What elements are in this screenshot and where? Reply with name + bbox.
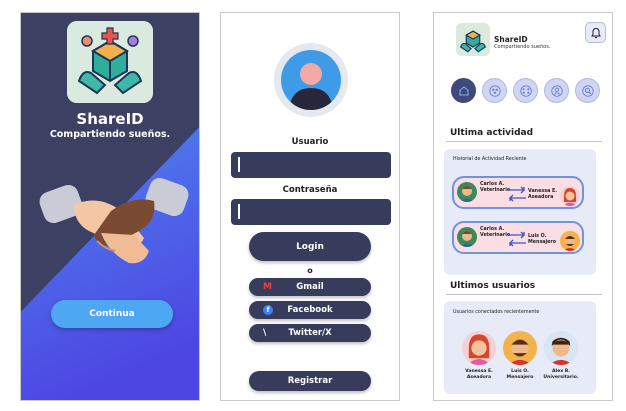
divider	[446, 141, 602, 142]
notifications-button[interactable]	[585, 22, 606, 43]
activity-from-name: Carlos A.	[480, 182, 505, 187]
divider	[446, 294, 602, 295]
welcome-screen: ShareID Compartiendo sueños. Continua	[20, 12, 200, 401]
app-name: ShareID	[494, 35, 528, 44]
users-card: Usuarios conectados recientemente Vaness…	[444, 301, 596, 394]
alex-avatar[interactable]	[544, 331, 578, 365]
search-icon	[581, 84, 594, 97]
register-button[interactable]: Registrar	[249, 371, 371, 391]
activity-from-name: Carlos A.	[480, 227, 505, 232]
facebook-icon: f	[263, 305, 273, 315]
app-title: ShareID	[76, 110, 144, 128]
or-separator: o	[307, 266, 313, 275]
twitter-x-icon: \	[263, 328, 267, 338]
profile-icon	[550, 84, 563, 97]
user-name-label: Vanessa E. Aseadora	[465, 369, 493, 380]
user-avatar-icon	[289, 63, 333, 110]
twitter-button-label: Twitter/X	[288, 328, 332, 338]
nav-community-button[interactable]	[513, 78, 538, 103]
gmail-button-label: Gmail	[296, 282, 324, 292]
nav-groups-button[interactable]	[482, 78, 507, 103]
vanessa-avatar[interactable]	[462, 331, 496, 365]
community-icon	[519, 84, 532, 97]
activity-item[interactable]: Carlos A. Veterinario Vanessa E. Aseadora	[452, 176, 584, 209]
gmail-icon: M	[263, 282, 272, 292]
activity-to-name: Luis O.	[528, 234, 547, 239]
nav-home-button[interactable]	[451, 78, 476, 103]
exchange-arrows-icon	[508, 231, 526, 247]
continue-button[interactable]: Continua	[51, 300, 173, 328]
user-label: Usuario	[291, 137, 329, 147]
activity-section-title: Ultima actividad	[450, 128, 534, 138]
carlos-avatar	[457, 182, 477, 202]
password-label: Contraseña	[282, 185, 338, 195]
user-name-label: Luis O. Mensajero	[506, 369, 534, 380]
users-card-title: Usuarios conectados recientemente	[453, 310, 540, 315]
app-subtitle: Compartiendo sueños.	[49, 129, 171, 140]
luis-avatar	[560, 231, 580, 251]
nav-profile-button[interactable]	[544, 78, 569, 103]
activity-card-title: Historial de Actividad Reciente	[453, 157, 527, 162]
activity-card: Historial de Actividad Reciente Carlos A…	[444, 149, 596, 275]
facebook-button-label: Facebook	[287, 305, 333, 315]
twitter-button[interactable]: \ Twitter/X	[249, 324, 371, 342]
user-input[interactable]	[231, 152, 391, 178]
activity-to-role: Aseadora	[528, 194, 554, 200]
home-icon	[458, 85, 469, 96]
exchange-arrows-icon	[508, 186, 526, 202]
dashboard-screen: ShareID Compartiendo sueños. Ultima acti…	[433, 12, 613, 401]
group-icon	[488, 84, 501, 97]
activity-item[interactable]: Carlos A. Veterinario Luis O. Mensajero	[452, 221, 584, 254]
users-section-title: Ultimos usuarios	[450, 281, 536, 291]
luis-avatar[interactable]	[503, 331, 537, 365]
password-input[interactable]	[231, 199, 391, 225]
register-button-label: Registrar	[287, 376, 333, 386]
nav-search-button[interactable]	[575, 78, 600, 103]
text-caret	[238, 204, 240, 219]
activity-to-role: Mensajero	[528, 239, 557, 245]
login-button[interactable]: Login	[249, 232, 371, 261]
login-button-label: Login	[296, 241, 324, 252]
bell-icon	[590, 27, 601, 38]
app-logo	[67, 21, 153, 103]
activity-to-name: Vanessa E.	[528, 189, 558, 194]
app-tagline: Compartiendo sueños.	[494, 44, 551, 50]
facebook-button[interactable]: f Facebook	[249, 301, 371, 319]
carlos-avatar	[457, 227, 477, 247]
gmail-button[interactable]: M Gmail	[249, 278, 371, 296]
vanessa-avatar	[560, 186, 580, 206]
avatar	[274, 43, 348, 117]
app-logo	[456, 23, 490, 56]
handshake-illustration	[39, 177, 189, 264]
user-name-label: Alex B. Universitario.	[543, 369, 579, 380]
text-caret	[238, 157, 240, 172]
login-screen: Usuario Contraseña Login o M Gmail f Fac…	[220, 12, 400, 401]
